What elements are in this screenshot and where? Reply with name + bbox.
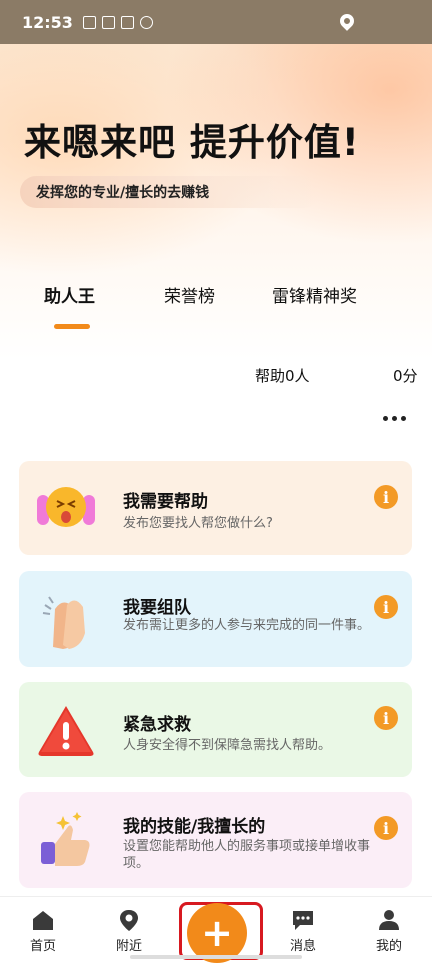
card-description: 人身安全得不到保障急需找人帮助。 (123, 738, 332, 753)
card-need-help[interactable]: 我需要帮助 发布您要找人帮您做什么? i (19, 461, 412, 555)
chat-bubble-icon (291, 909, 315, 931)
card-title: 我的技能/我擅长的 (123, 817, 266, 837)
clapping-hands-icon (33, 587, 99, 653)
help-count: 帮助0人 (255, 367, 310, 385)
thumbs-up-icon (33, 808, 99, 874)
add-button[interactable]: + (187, 903, 247, 963)
calendar-icon (120, 15, 134, 29)
card-title: 紧急求救 (123, 715, 191, 735)
tab-leifeng-award[interactable]: 雷锋精神奖 (272, 282, 357, 307)
status-time: 12:53 (22, 12, 73, 32)
info-icon[interactable]: i (374, 485, 398, 509)
info-icon[interactable]: i (374, 595, 398, 619)
card-title: 我要组队 (123, 598, 191, 618)
nav-mine[interactable]: 我的 (359, 909, 419, 954)
app-notification-icon (139, 15, 153, 29)
message-icon (82, 15, 96, 29)
card-my-skills[interactable]: 我的技能/我擅长的 设置您能帮助他人的服务事项或接单增收事项。 i (19, 792, 412, 888)
page-title: 来嗯来吧 提升价值! (24, 121, 360, 164)
info-icon[interactable]: i (374, 816, 398, 840)
tab-bar: 助人王 荣誉榜 雷锋精神奖 (0, 282, 432, 332)
warning-triangle-icon (33, 696, 99, 762)
user-icon (377, 909, 401, 931)
video-app-icon (101, 15, 115, 29)
card-title: 我需要帮助 (123, 492, 208, 512)
nav-messages[interactable]: 消息 (273, 909, 333, 954)
crying-face-icon (33, 475, 99, 541)
page-subtitle: 发挥您的专业/擅长的去赚钱 (20, 176, 320, 208)
status-bar: 12:53 (0, 0, 432, 44)
card-description: 设置您能帮助他人的服务事项或接单增收事项。 (123, 839, 371, 871)
home-icon (31, 909, 55, 931)
card-emergency-help[interactable]: 紧急求救 人身安全得不到保障急需找人帮助。 i (19, 682, 412, 777)
location-icon (337, 11, 357, 31)
nav-nearby-label: 附近 (115, 939, 142, 954)
points: 0分 (393, 367, 418, 385)
home-indicator (130, 955, 302, 959)
tab-honor-list[interactable]: 荣誉榜 (164, 282, 215, 307)
card-description: 发布需让更多的人参与来完成的同一件事。 (123, 618, 371, 633)
nav-nearby[interactable]: 附近 (99, 909, 159, 954)
more-options-icon[interactable] (383, 416, 406, 421)
status-notification-icons (82, 15, 153, 29)
nav-messages-label: 消息 (289, 939, 316, 954)
card-description: 发布您要找人帮您做什么? (123, 516, 273, 531)
tab-helper-king[interactable]: 助人王 (44, 282, 95, 307)
card-team-up[interactable]: 我要组队 发布需让更多的人参与来完成的同一件事。 i (19, 571, 412, 667)
nav-home-label: 首页 (29, 939, 56, 954)
info-icon[interactable]: i (374, 706, 398, 730)
nav-home[interactable]: 首页 (13, 909, 73, 954)
location-pin-icon (117, 909, 141, 931)
active-tab-indicator (54, 324, 90, 329)
nav-mine-label: 我的 (375, 939, 402, 954)
